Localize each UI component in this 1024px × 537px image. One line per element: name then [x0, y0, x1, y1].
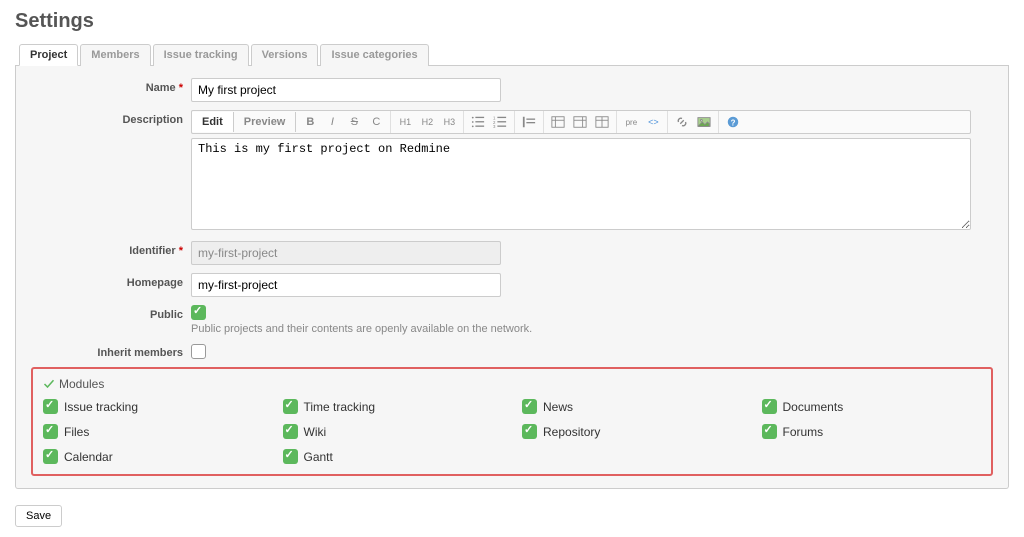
module-label: Repository: [543, 425, 600, 439]
module-label: Issue tracking: [64, 400, 138, 414]
description-label: Description: [31, 110, 191, 126]
pre-icon[interactable]: pre: [620, 111, 642, 133]
modules-grid: Issue tracking Time tracking News Documents…: [43, 399, 981, 464]
module-checkbox[interactable]: [522, 399, 537, 414]
public-label: Public: [31, 305, 191, 321]
identifier-input: [191, 241, 501, 265]
public-checkbox[interactable]: [191, 305, 206, 320]
ul-icon[interactable]: [467, 111, 489, 133]
table-right-icon[interactable]: [569, 111, 591, 133]
module-repository[interactable]: Repository: [522, 424, 742, 439]
inherit-checkbox[interactable]: [191, 344, 206, 359]
module-checkbox[interactable]: [283, 424, 298, 439]
module-label: Gantt: [304, 450, 333, 464]
tab-issue-categories[interactable]: Issue categories: [320, 44, 428, 66]
link-icon[interactable]: [671, 111, 693, 133]
module-news[interactable]: News: [522, 399, 742, 414]
module-files[interactable]: Files: [43, 424, 263, 439]
module-checkbox[interactable]: [283, 449, 298, 464]
module-checkbox[interactable]: [762, 399, 777, 414]
module-checkbox[interactable]: [43, 449, 58, 464]
module-label: Documents: [783, 400, 844, 414]
module-label: Forums: [783, 425, 824, 439]
module-checkbox[interactable]: [522, 424, 537, 439]
settings-panel: Name * Description Edit Preview B I S C …: [15, 66, 1009, 489]
modules-title: Modules: [43, 377, 981, 391]
page-title: Settings: [15, 10, 1009, 33]
module-label: Wiki: [304, 425, 327, 439]
module-checkbox[interactable]: [283, 399, 298, 414]
module-checkbox[interactable]: [43, 424, 58, 439]
module-wiki[interactable]: Wiki: [283, 424, 503, 439]
module-checkbox[interactable]: [762, 424, 777, 439]
help-icon[interactable]: ?: [722, 111, 744, 133]
module-gantt[interactable]: Gantt: [283, 449, 503, 464]
tab-versions[interactable]: Versions: [251, 44, 319, 66]
code-icon[interactable]: C: [365, 111, 387, 133]
table-center-icon[interactable]: [591, 111, 613, 133]
module-documents[interactable]: Documents: [762, 399, 982, 414]
module-issue-tracking[interactable]: Issue tracking: [43, 399, 263, 414]
module-forums[interactable]: Forums: [762, 424, 982, 439]
module-label: Time tracking: [304, 400, 376, 414]
check-icon: [43, 378, 55, 390]
identifier-label: Identifier *: [31, 241, 191, 257]
homepage-label: Homepage: [31, 273, 191, 289]
module-label: News: [543, 400, 573, 414]
strike-icon[interactable]: S: [343, 111, 365, 133]
tab-project[interactable]: Project: [19, 44, 78, 66]
svg-text:?: ?: [731, 119, 736, 128]
description-textarea[interactable]: This is my first project on Redmine: [191, 138, 971, 230]
table-left-icon[interactable]: [547, 111, 569, 133]
module-label: Files: [64, 425, 89, 439]
codeblock-icon[interactable]: <>: [642, 111, 664, 133]
module-checkbox[interactable]: [43, 399, 58, 414]
public-hint: Public projects and their contents are o…: [191, 323, 993, 335]
h1-icon[interactable]: H1: [394, 111, 416, 133]
image-icon[interactable]: [693, 111, 715, 133]
module-label: Calendar: [64, 450, 113, 464]
editor-preview-tab[interactable]: Preview: [234, 112, 297, 132]
module-time-tracking[interactable]: Time tracking: [283, 399, 503, 414]
name-label: Name *: [31, 78, 191, 94]
ol-icon[interactable]: 123: [489, 111, 511, 133]
modules-box: Modules Issue tracking Time tracking News D…: [31, 367, 993, 476]
name-input[interactable]: [191, 78, 501, 102]
module-calendar[interactable]: Calendar: [43, 449, 263, 464]
save-button[interactable]: Save: [15, 505, 62, 527]
editor-edit-tab[interactable]: Edit: [192, 112, 234, 132]
quote-icon[interactable]: [518, 111, 540, 133]
tabs: ProjectMembersIssue trackingVersionsIssu…: [15, 43, 1009, 66]
tab-members[interactable]: Members: [80, 44, 150, 66]
h2-icon[interactable]: H2: [416, 111, 438, 133]
bold-icon[interactable]: B: [299, 111, 321, 133]
italic-icon[interactable]: I: [321, 111, 343, 133]
inherit-label: Inherit members: [31, 343, 191, 359]
homepage-input[interactable]: [191, 273, 501, 297]
svg-text:3: 3: [493, 124, 496, 129]
editor-toolbar: Edit Preview B I S C H1 H2 H3 123: [191, 110, 971, 134]
h3-icon[interactable]: H3: [438, 111, 460, 133]
tab-issue-tracking[interactable]: Issue tracking: [153, 44, 249, 66]
